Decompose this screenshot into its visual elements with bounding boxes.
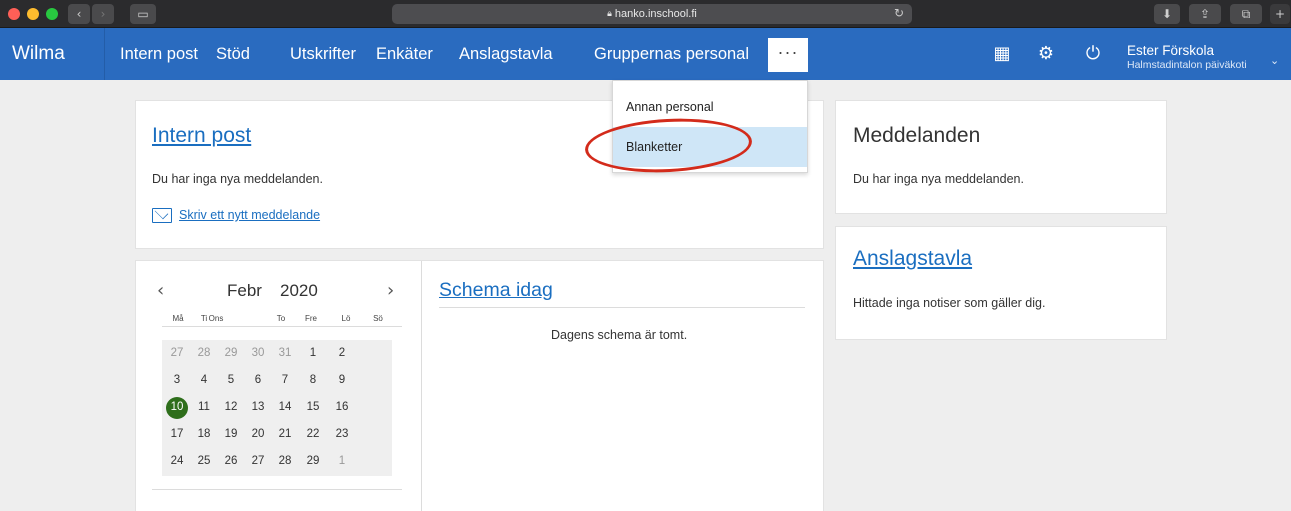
main-navigation: Wilma Intern post Stöd Utskrifter Enkäte… xyxy=(0,28,1291,80)
calendar-day[interactable]: 5 xyxy=(216,374,246,386)
calendar-day[interactable]: 8 xyxy=(298,374,328,386)
calendar-day[interactable]: 7 xyxy=(270,374,300,386)
anslagstavla-text: Hittade inga notiser som gäller dig. xyxy=(853,296,1046,310)
chevron-down-icon[interactable]: ⌄ xyxy=(1270,54,1279,67)
calendar-day[interactable]: 23 xyxy=(327,428,357,440)
weekday-label: Fre xyxy=(305,314,317,323)
weekday-label: To xyxy=(276,314,286,323)
calendar-prev-button[interactable]: ‹ xyxy=(157,280,164,301)
calendar-day-today[interactable]: 10 xyxy=(162,401,192,413)
roles-icon[interactable]: ⚙ xyxy=(1034,42,1058,66)
user-name: Ester Förskola xyxy=(1127,43,1215,58)
calendar-day[interactable]: 1 xyxy=(327,455,357,467)
calendar-day[interactable]: 12 xyxy=(216,401,246,413)
calendar-day[interactable]: 17 xyxy=(162,428,192,440)
nav-item-anslagstavla[interactable]: Anslagstavla xyxy=(459,28,553,80)
meddelanden-card xyxy=(835,100,1167,214)
calendar-year: 2020 xyxy=(280,281,318,300)
calendar-day[interactable]: 29 xyxy=(216,347,246,359)
card-divider xyxy=(421,261,422,511)
calendar-day[interactable]: 29 xyxy=(298,455,328,467)
calendar-day[interactable]: 14 xyxy=(270,401,300,413)
intern-post-text: Du har inga nya meddelanden. xyxy=(152,172,323,186)
user-menu[interactable]: Ester Förskola Halmstadintalon päiväkoti xyxy=(1127,44,1247,72)
nav-item-gruppernas-personal[interactable]: Gruppernas personal xyxy=(594,28,749,80)
calendar-day[interactable]: 15 xyxy=(298,401,328,413)
anslagstavla-title[interactable]: Anslagstavla xyxy=(853,247,972,271)
address-bar[interactable]: 🔒︎ hanko.inschool.fi ↻ xyxy=(392,4,912,24)
calendar-day[interactable]: 28 xyxy=(270,455,300,467)
browser-toolbar: ‹ › ▭ 🔒︎ hanko.inschool.fi ↻ ⬇ ⇪ ⧉ + xyxy=(0,0,1291,28)
zoom-window-button[interactable] xyxy=(46,8,58,20)
calendar-day[interactable]: 6 xyxy=(243,374,273,386)
anslagstavla-card xyxy=(835,226,1167,340)
schedule-text: Dagens schema är tomt. xyxy=(551,328,688,342)
nav-item-stod[interactable]: Stöd xyxy=(216,28,250,80)
back-icon[interactable]: ‹ xyxy=(68,4,90,24)
calendar-day[interactable]: 24 xyxy=(162,455,192,467)
calendar-day[interactable]: 30 xyxy=(243,347,273,359)
calendar-day[interactable]: 20 xyxy=(243,428,273,440)
download-icon[interactable]: ⬇ xyxy=(1154,4,1180,24)
calendar-next-button[interactable]: › xyxy=(387,280,394,301)
lock-icon: 🔒︎ xyxy=(607,9,612,19)
weekday-label: Må xyxy=(172,314,184,323)
meddelanden-title: Meddelanden xyxy=(853,124,981,147)
calendar-day[interactable]: 31 xyxy=(270,347,300,359)
url-text: hanko.inschool.fi xyxy=(614,8,697,20)
sidebar-icon[interactable]: ▭ xyxy=(130,4,156,24)
calendar-day[interactable]: 27 xyxy=(162,347,192,359)
meddelanden-text: Du har inga nya meddelanden. xyxy=(853,172,1024,186)
reload-icon[interactable]: ↻ xyxy=(894,6,904,20)
qr-code-icon[interactable]: ▦ xyxy=(990,42,1014,66)
calendar-day[interactable]: 22 xyxy=(298,428,328,440)
power-icon[interactable]: ⏻ xyxy=(1081,42,1105,66)
calendar-day[interactable]: 3 xyxy=(162,374,192,386)
calendar-day[interactable]: 16 xyxy=(327,401,357,413)
calendar-day[interactable]: 11 xyxy=(189,401,219,413)
calendar-bottom-divider xyxy=(152,489,402,490)
brand-logo[interactable]: Wilma xyxy=(12,28,65,80)
calendar-day[interactable]: 27 xyxy=(243,455,273,467)
minimize-window-button[interactable] xyxy=(27,8,39,20)
nav-item-intern-post[interactable]: Intern post xyxy=(120,28,198,80)
weekday-label: Sö xyxy=(373,314,383,323)
calendar-month: Febr xyxy=(227,281,262,300)
envelope-icon[interactable] xyxy=(152,208,172,223)
calendar-day[interactable]: 2 xyxy=(327,347,357,359)
nav-item-utskrifter[interactable]: Utskrifter xyxy=(290,28,356,80)
nav-item-enkater[interactable]: Enkäter xyxy=(376,28,433,80)
new-tab-icon[interactable]: + xyxy=(1270,4,1290,24)
weekday-label: Ons xyxy=(208,314,224,323)
calendar-day[interactable]: 25 xyxy=(189,455,219,467)
forward-icon[interactable]: › xyxy=(92,4,114,24)
close-window-button[interactable] xyxy=(8,8,20,20)
schedule-divider xyxy=(439,307,805,308)
calendar-day[interactable]: 28 xyxy=(189,347,219,359)
intern-post-title[interactable]: Intern post xyxy=(152,124,251,148)
nav-divider xyxy=(104,28,105,80)
calendar-divider xyxy=(162,326,402,327)
calendar-day[interactable]: 18 xyxy=(189,428,219,440)
calendar-day[interactable]: 13 xyxy=(243,401,273,413)
tabs-icon[interactable]: ⧉ xyxy=(1230,4,1262,24)
new-message-link[interactable]: Skriv ett nytt meddelande xyxy=(179,208,320,222)
calendar-day[interactable]: 26 xyxy=(216,455,246,467)
calendar-day[interactable]: 19 xyxy=(216,428,246,440)
weekday-label: Lö xyxy=(341,314,351,323)
user-school: Halmstadintalon päiväkoti xyxy=(1127,59,1247,71)
schedule-title[interactable]: Schema idag xyxy=(439,279,553,302)
calendar-day[interactable]: 9 xyxy=(327,374,357,386)
calendar-day[interactable]: 4 xyxy=(189,374,219,386)
calendar-day[interactable]: 21 xyxy=(270,428,300,440)
more-menu-button[interactable]: ··· xyxy=(768,38,808,72)
share-icon[interactable]: ⇪ xyxy=(1189,4,1221,24)
calendar-day[interactable]: 1 xyxy=(298,347,328,359)
